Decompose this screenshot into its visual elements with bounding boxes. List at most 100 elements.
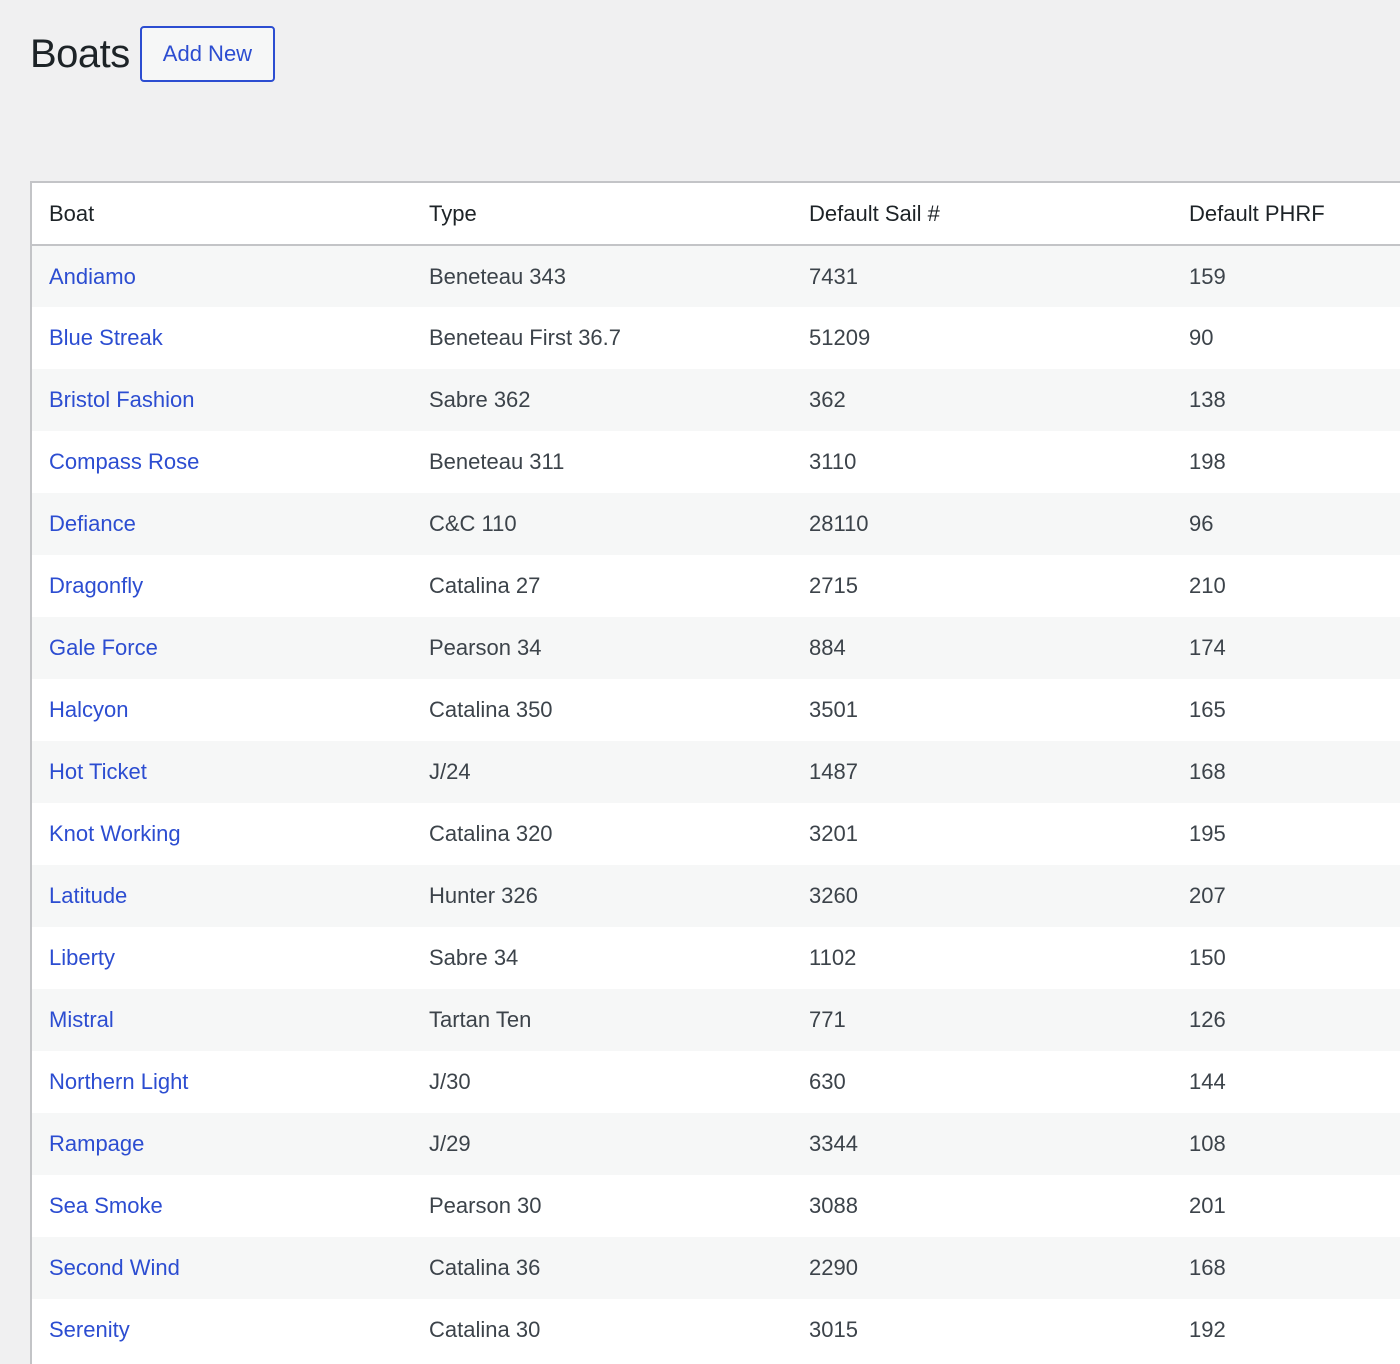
boat-type-cell: Pearson 30	[412, 1175, 792, 1237]
column-header-boat[interactable]: Boat	[32, 183, 412, 246]
default-phrf-cell: 192	[1172, 1299, 1400, 1361]
boats-table: Boat Type Default Sail # Default PHRF An…	[32, 183, 1400, 1361]
boat-name-link[interactable]: Dragonfly	[49, 573, 143, 598]
boat-type-cell: Catalina 350	[412, 679, 792, 741]
boat-type-cell: Catalina 36	[412, 1237, 792, 1299]
column-header-type[interactable]: Type	[412, 183, 792, 246]
boat-name-link[interactable]: Defiance	[49, 511, 136, 536]
default-phrf-cell: 168	[1172, 741, 1400, 803]
default-phrf-cell: 90	[1172, 307, 1400, 369]
boat-cell: Rampage	[32, 1113, 412, 1175]
table-row: Sea Smoke Pearson 30 3088 201	[32, 1175, 1400, 1237]
boat-name-link[interactable]: Mistral	[49, 1007, 114, 1032]
boat-cell: Knot Working	[32, 803, 412, 865]
default-phrf-cell: 210	[1172, 555, 1400, 617]
table-row: Liberty Sabre 34 1102 150	[32, 927, 1400, 989]
table-row: Knot Working Catalina 320 3201 195	[32, 803, 1400, 865]
default-phrf-cell: 150	[1172, 927, 1400, 989]
table-row: Hot Ticket J/24 1487 168	[32, 741, 1400, 803]
default-phrf-cell: 198	[1172, 431, 1400, 493]
boat-cell: Northern Light	[32, 1051, 412, 1113]
table-row: Latitude Hunter 326 3260 207	[32, 865, 1400, 927]
boat-name-link[interactable]: Rampage	[49, 1131, 144, 1156]
boat-name-link[interactable]: Knot Working	[49, 821, 181, 846]
boat-cell: Halcyon	[32, 679, 412, 741]
boat-type-cell: Beneteau 311	[412, 431, 792, 493]
table-row: Compass Rose Beneteau 311 3110 198	[32, 431, 1400, 493]
default-sail-cell: 2290	[792, 1237, 1172, 1299]
boat-name-link[interactable]: Serenity	[49, 1317, 130, 1342]
boats-page: Boats Add New Boat Type Default Sail # D…	[0, 0, 1400, 1364]
table-row: Rampage J/29 3344 108	[32, 1113, 1400, 1175]
default-sail-cell: 7431	[792, 245, 1172, 307]
boat-name-link[interactable]: Northern Light	[49, 1069, 188, 1094]
add-new-button[interactable]: Add New	[139, 26, 276, 82]
boat-type-cell: Sabre 34	[412, 927, 792, 989]
boat-cell: Mistral	[32, 989, 412, 1051]
boat-cell: Compass Rose	[32, 431, 412, 493]
boat-type-cell: Hunter 326	[412, 865, 792, 927]
table-row: Defiance C&C 110 28110 96	[32, 493, 1400, 555]
boat-type-cell: Pearson 34	[412, 617, 792, 679]
boat-name-link[interactable]: Gale Force	[49, 635, 158, 660]
column-header-default-phrf[interactable]: Default PHRF	[1172, 183, 1400, 246]
table-row: Northern Light J/30 630 144	[32, 1051, 1400, 1113]
default-phrf-cell: 168	[1172, 1237, 1400, 1299]
boat-name-link[interactable]: Blue Streak	[49, 325, 163, 350]
boat-cell: Serenity	[32, 1299, 412, 1361]
boat-cell: Andiamo	[32, 245, 412, 307]
boat-cell: Second Wind	[32, 1237, 412, 1299]
table-row: Serenity Catalina 30 3015 192	[32, 1299, 1400, 1361]
default-phrf-cell: 174	[1172, 617, 1400, 679]
boat-name-link[interactable]: Liberty	[49, 945, 115, 970]
boat-name-link[interactable]: Halcyon	[49, 697, 128, 722]
default-sail-cell: 362	[792, 369, 1172, 431]
boat-name-link[interactable]: Hot Ticket	[49, 759, 147, 784]
default-phrf-cell: 207	[1172, 865, 1400, 927]
default-sail-cell: 3260	[792, 865, 1172, 927]
boat-cell: Latitude	[32, 865, 412, 927]
default-sail-cell: 771	[792, 989, 1172, 1051]
table-header: Boat Type Default Sail # Default PHRF	[32, 183, 1400, 246]
boat-type-cell: J/24	[412, 741, 792, 803]
boat-cell: Blue Streak	[32, 307, 412, 369]
boat-cell: Sea Smoke	[32, 1175, 412, 1237]
table-row: Dragonfly Catalina 27 2715 210	[32, 555, 1400, 617]
boat-name-link[interactable]: Second Wind	[49, 1255, 180, 1280]
boat-type-cell: J/29	[412, 1113, 792, 1175]
boat-name-link[interactable]: Sea Smoke	[49, 1193, 163, 1218]
default-phrf-cell: 144	[1172, 1051, 1400, 1113]
default-sail-cell: 3501	[792, 679, 1172, 741]
boat-cell: Defiance	[32, 493, 412, 555]
boat-type-cell: Beneteau 343	[412, 245, 792, 307]
boats-table-container: Boat Type Default Sail # Default PHRF An…	[30, 181, 1400, 1364]
boat-cell: Gale Force	[32, 617, 412, 679]
default-sail-cell: 2715	[792, 555, 1172, 617]
boat-type-cell: Sabre 362	[412, 369, 792, 431]
default-phrf-cell: 108	[1172, 1113, 1400, 1175]
boat-name-link[interactable]: Andiamo	[49, 264, 136, 289]
boat-name-link[interactable]: Bristol Fashion	[49, 387, 195, 412]
page-header: Boats Add New	[30, 26, 276, 82]
default-phrf-cell: 165	[1172, 679, 1400, 741]
default-phrf-cell: 96	[1172, 493, 1400, 555]
boat-type-cell: Catalina 27	[412, 555, 792, 617]
table-row: Andiamo Beneteau 343 7431 159	[32, 245, 1400, 307]
table-row: Halcyon Catalina 350 3501 165	[32, 679, 1400, 741]
boat-type-cell: J/30	[412, 1051, 792, 1113]
default-sail-cell: 3088	[792, 1175, 1172, 1237]
default-phrf-cell: 138	[1172, 369, 1400, 431]
default-sail-cell: 630	[792, 1051, 1172, 1113]
column-header-default-sail[interactable]: Default Sail #	[792, 183, 1172, 246]
default-sail-cell: 3015	[792, 1299, 1172, 1361]
page-title: Boats	[30, 32, 130, 76]
table-row: Blue Streak Beneteau First 36.7 51209 90	[32, 307, 1400, 369]
default-phrf-cell: 126	[1172, 989, 1400, 1051]
default-phrf-cell: 195	[1172, 803, 1400, 865]
boat-type-cell: Beneteau First 36.7	[412, 307, 792, 369]
boat-cell: Dragonfly	[32, 555, 412, 617]
boat-name-link[interactable]: Latitude	[49, 883, 127, 908]
table-row: Gale Force Pearson 34 884 174	[32, 617, 1400, 679]
header-row: Boat Type Default Sail # Default PHRF	[32, 183, 1400, 246]
boat-name-link[interactable]: Compass Rose	[49, 449, 199, 474]
